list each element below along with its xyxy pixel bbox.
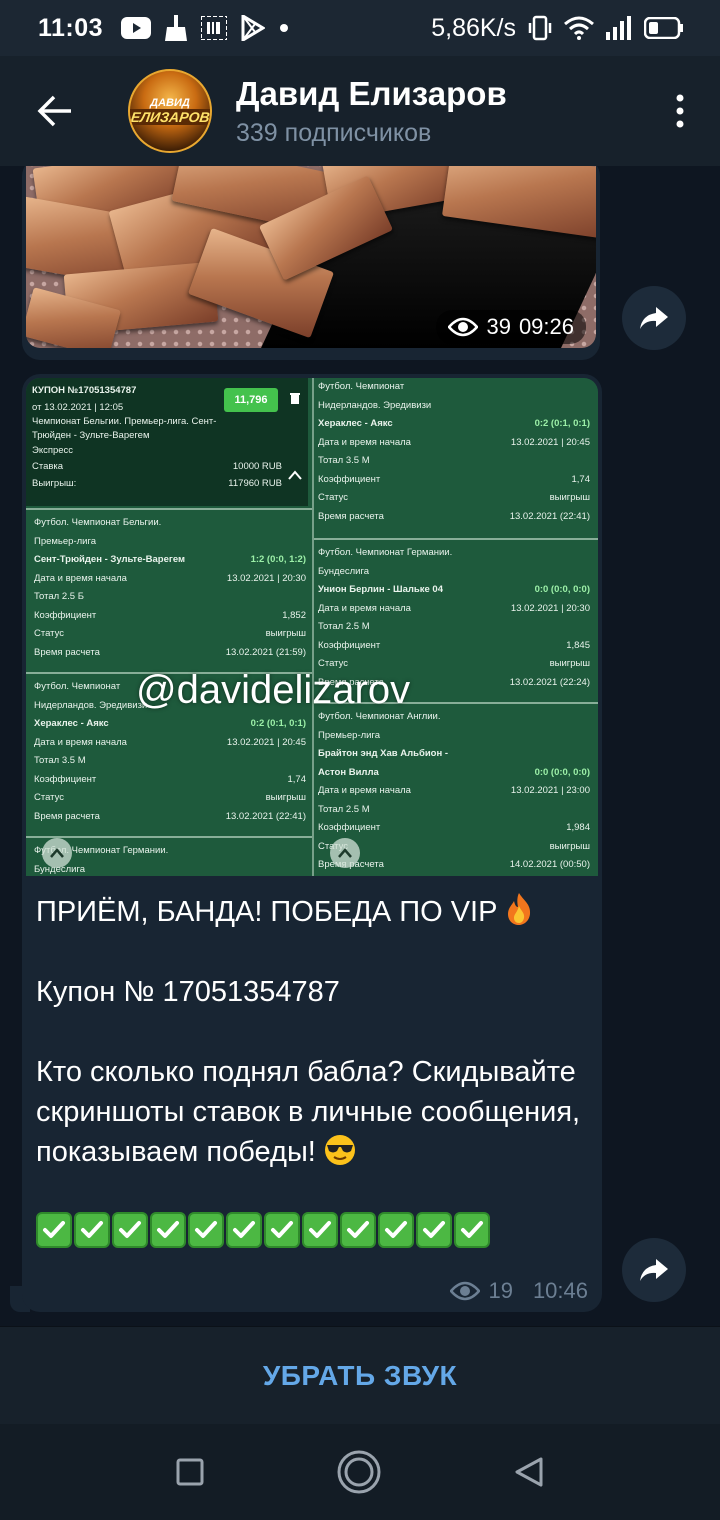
coupon-events-1: Чемпионат Бельгии. Премьер-лига. Сент- [32, 415, 217, 427]
channel-avatar[interactable]: ДАВИД ЕЛИЗАРОВ [128, 69, 212, 153]
right-bet-1: Футбол. Чемпионат Нидерландов. Эредивизи… [318, 381, 590, 522]
coupon-stake: Ставка 10000 RUB [32, 460, 282, 472]
back-triangle-icon[interactable] [514, 1456, 544, 1488]
text-line-1: ПРИЁМ, БАНДА! ПОБЕДА ПО VIP [36, 892, 586, 932]
barcode-icon [201, 16, 228, 40]
mute-bar[interactable]: УБРАТЬ ЗВУК [0, 1326, 720, 1424]
back-button[interactable] [0, 56, 110, 166]
checkmark-icon [74, 1212, 110, 1248]
left-bet-3: Футбол. Чемпионат Германии. Бундеслига [34, 845, 169, 875]
avatar-text-top: ДАВИД [150, 97, 190, 109]
checkmark-icon [188, 1212, 224, 1248]
dot-icon [280, 24, 289, 32]
message-time: 09:26 [518, 314, 574, 339]
notification-icons [121, 15, 289, 41]
message-time: 10:46 [532, 1278, 588, 1303]
battery-icon [644, 17, 683, 39]
chat-area[interactable]: 39 09:26 КУПОН №17051354787 от 13.02.202… [0, 166, 720, 1326]
home-icon[interactable] [336, 1449, 382, 1495]
checkmark-icon [340, 1212, 376, 1248]
share-arrow-icon [640, 1259, 668, 1281]
chat-header: ДАВИД ЕЛИЗАРОВ Давид Елизаров 339 подпис… [0, 56, 720, 166]
win-badge: 11,796 [224, 388, 278, 412]
coupon-bet-type: Экспресс [32, 444, 74, 456]
chevron-up-icon [50, 848, 64, 858]
broom-icon [165, 15, 188, 41]
view-count: 39 [486, 314, 511, 339]
message-text: ПРИЁМ, БАНДА! ПОБЕДА ПО VIP Купон № 1705… [36, 892, 586, 1248]
checkmark-icon [416, 1212, 452, 1248]
text-line-2: Купон № 17051354787 [36, 976, 340, 1008]
checkmarks-row [36, 1212, 586, 1248]
separator [26, 836, 312, 838]
status-time: 11:03 [38, 13, 104, 42]
channel-name: Давид Елизаров [236, 74, 507, 112]
network-speed: 5,86K/s [431, 13, 516, 42]
recent-apps-icon[interactable] [176, 1458, 204, 1486]
collapse-circle [42, 838, 72, 868]
wifi-icon [564, 16, 594, 40]
checkmark-icon [36, 1212, 72, 1248]
share-button[interactable] [622, 286, 686, 350]
play-store-icon [241, 15, 266, 41]
eye-icon [448, 317, 479, 337]
checkmark-icon [264, 1212, 300, 1248]
coupon-message[interactable]: КУПОН №17051354787 от 13.02.2021 | 12:05… [22, 374, 602, 1312]
checkmark-icon [150, 1212, 186, 1248]
sunglasses-emoji-icon [324, 1135, 355, 1165]
coupon-image[interactable]: КУПОН №17051354787 от 13.02.2021 | 12:05… [26, 378, 598, 876]
coupon-winnings: Выигрыш: 117960 RUB [32, 477, 282, 489]
avatar-text-bottom: ЕЛИЗАРОВ [130, 109, 210, 125]
share-arrow-icon [640, 307, 668, 329]
separator [314, 538, 598, 540]
more-menu-button[interactable] [640, 56, 720, 166]
coupon-events-2: Трюйден - Зульте-Варегем [32, 429, 150, 441]
separator [26, 508, 312, 510]
vibrate-icon [528, 15, 552, 41]
signal-icon [606, 16, 631, 40]
share-button[interactable] [622, 1238, 686, 1302]
watermark: @davidelizarov [136, 668, 411, 712]
message-meta: 19 10:46 [450, 1278, 588, 1304]
youtube-icon [121, 17, 152, 39]
subscriber-count: 339 подписчиков [236, 118, 432, 147]
chevron-up-icon [288, 470, 302, 480]
checkmark-icon [112, 1212, 148, 1248]
collapse-circle [330, 838, 360, 868]
photo-message[interactable]: 39 09:26 [22, 166, 600, 360]
channel-title-block[interactable]: Давид Елизаров 339 подписчиков [236, 75, 507, 148]
checkmark-icon [302, 1212, 338, 1248]
chevron-up-icon [338, 848, 352, 858]
eye-icon [450, 1281, 481, 1301]
trash-icon [290, 393, 300, 404]
mute-button[interactable]: УБРАТЬ ЗВУК [263, 1360, 457, 1392]
left-bet-1: Футбол. Чемпионат Бельгии. Премьер-лига … [34, 517, 306, 658]
system-nav-bar [0, 1424, 720, 1520]
photo-meta: 39 09:26 [436, 310, 586, 344]
status-right: 5,86K/s [431, 14, 684, 43]
checkmark-icon [226, 1212, 262, 1248]
checkmark-icon [378, 1212, 414, 1248]
status-bar: 11:03 5,86K/s [0, 0, 720, 56]
column-divider [312, 378, 314, 876]
checkmark-icon [454, 1212, 490, 1248]
fire-icon [508, 893, 531, 925]
view-count: 19 [488, 1278, 513, 1303]
more-vertical-icon [676, 94, 684, 128]
arrow-left-icon [37, 95, 71, 127]
text-line-3: Кто сколько поднял бабла? Скидывайте скр… [36, 1056, 581, 1168]
